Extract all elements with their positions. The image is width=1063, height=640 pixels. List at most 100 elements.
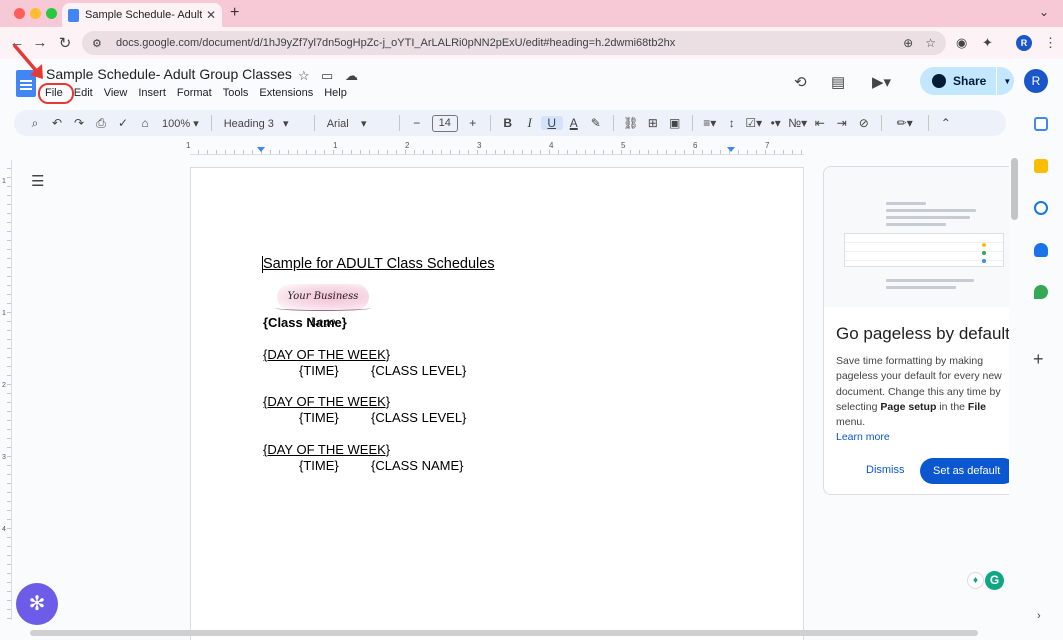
side-apps-rail: + › xyxy=(1019,105,1063,640)
align-icon[interactable]: ≡▾ xyxy=(699,116,721,130)
bulleted-list-icon[interactable]: •▾ xyxy=(765,116,787,130)
star-icon[interactable]: ☆ xyxy=(298,68,310,84)
address-bar[interactable]: ⚙ docs.google.com/document/d/1hJ9yZf7yl7… xyxy=(82,31,946,55)
learn-more-link[interactable]: Learn more xyxy=(836,431,890,443)
menu-extensions[interactable]: Extensions xyxy=(254,86,318,100)
time-placeholder[interactable]: {TIME} xyxy=(299,410,339,425)
menu-format[interactable]: Format xyxy=(172,86,217,100)
grammarly-widget[interactable]: ♦ G xyxy=(967,571,1005,591)
close-window-button[interactable] xyxy=(14,8,25,19)
reload-icon[interactable]: ↻ xyxy=(56,34,74,52)
menu-tools[interactable]: Tools xyxy=(218,86,254,100)
page-setup-bold: Page setup xyxy=(880,400,937,413)
decrease-indent-icon[interactable]: ⇤ xyxy=(809,116,831,130)
style-select[interactable]: Heading 3 ▾ xyxy=(218,117,308,130)
meet-video-icon[interactable]: ▶▾ xyxy=(872,73,891,91)
zoom-select[interactable]: 100% ▾ xyxy=(156,117,205,130)
new-tab-button[interactable]: + xyxy=(230,4,239,22)
editing-mode-icon[interactable]: ✏▾ xyxy=(888,116,922,130)
undo-icon[interactable]: ↶ xyxy=(46,116,68,130)
class-name-placeholder[interactable]: {Class Name} xyxy=(263,315,347,330)
document-outline-icon[interactable]: ☰ xyxy=(31,172,44,190)
document-title[interactable]: Sample Schedule- Adult Group Classes xyxy=(46,66,292,82)
tasks-icon[interactable] xyxy=(1034,201,1048,215)
day-of-week-line[interactable]: {DAY OF THE WEEK} xyxy=(263,394,390,409)
add-comment-icon[interactable]: ⊞ xyxy=(642,116,664,130)
menu-help[interactable]: Help xyxy=(319,86,352,100)
class-detail-placeholder[interactable]: {CLASS LEVEL} xyxy=(371,410,466,425)
menu-insert[interactable]: Insert xyxy=(133,86,171,100)
day-of-week-line[interactable]: {DAY OF THE WEEK} xyxy=(263,347,390,362)
show-side-panel-chevron-icon[interactable]: › xyxy=(1037,610,1041,622)
italic-button[interactable]: I xyxy=(519,115,541,131)
time-placeholder[interactable]: {TIME} xyxy=(299,363,339,378)
extensions-puzzle-icon[interactable]: ✦ xyxy=(982,35,993,51)
close-tab-icon[interactable]: ✕ xyxy=(206,8,216,22)
browser-menu-icon[interactable]: ⋮ xyxy=(1044,35,1057,51)
keep-icon[interactable] xyxy=(1034,159,1048,173)
tab-search-icon[interactable]: ⌄ xyxy=(1039,5,1049,19)
right-indent-marker[interactable] xyxy=(727,147,735,152)
maximize-window-button[interactable] xyxy=(46,8,57,19)
grammarly-icon[interactable]: G xyxy=(985,571,1004,590)
document-page[interactable]: Sample for ADULT Class Schedules Your Bu… xyxy=(190,167,804,640)
contacts-icon[interactable] xyxy=(1034,243,1048,257)
highlight-icon[interactable]: ✎ xyxy=(585,116,607,130)
minimize-window-button[interactable] xyxy=(30,8,41,19)
assistant-sparkle-button[interactable]: ✻ xyxy=(16,583,58,625)
set-as-default-button[interactable]: Set as default xyxy=(920,458,1009,484)
checklist-icon[interactable]: ☑▾ xyxy=(743,116,765,130)
class-detail-placeholder[interactable]: {CLASS LEVEL} xyxy=(371,363,466,378)
paint-format-icon[interactable]: ⌂ xyxy=(134,116,156,130)
clear-formatting-icon[interactable]: ⊘ xyxy=(853,116,875,130)
insert-image-icon[interactable]: ▣ xyxy=(664,116,686,130)
time-placeholder[interactable]: {TIME} xyxy=(299,458,339,473)
illustration-line xyxy=(886,223,946,226)
increase-font-size-icon[interactable]: + xyxy=(462,116,484,130)
dismiss-button[interactable]: Dismiss xyxy=(866,464,905,476)
account-avatar[interactable]: R xyxy=(1024,69,1048,93)
share-button[interactable]: Share ▼ xyxy=(920,67,1014,95)
decrease-font-size-icon[interactable]: − xyxy=(406,116,428,130)
maps-icon[interactable] xyxy=(1034,285,1048,299)
lightbulb-icon[interactable]: ♦ xyxy=(967,572,984,589)
numbered-list-icon[interactable]: №▾ xyxy=(787,116,809,130)
class-detail-placeholder[interactable]: {CLASS NAME} xyxy=(371,458,464,473)
insert-link-icon[interactable]: ⛓ xyxy=(620,116,642,130)
get-addons-plus-icon[interactable]: + xyxy=(1033,349,1044,370)
increase-indent-icon[interactable]: ⇥ xyxy=(831,116,853,130)
version-history-icon[interactable]: ⟲ xyxy=(794,73,807,91)
pageless-text: menu. xyxy=(836,416,866,429)
extension-icon[interactable]: ◉ xyxy=(956,35,967,51)
file-bold: File xyxy=(967,400,987,413)
day-of-week-line[interactable]: {DAY OF THE WEEK} xyxy=(263,442,390,457)
browser-tab-strip: Sample Schedule- Adult Grou ✕ + ⌄ xyxy=(0,0,1063,27)
bookmark-star-icon[interactable]: ☆ xyxy=(925,36,936,50)
calendar-icon[interactable] xyxy=(1034,117,1048,131)
font-size-input[interactable]: 14 xyxy=(431,114,458,132)
bold-button[interactable]: B xyxy=(497,116,519,130)
print-icon[interactable]: ⎙ xyxy=(90,116,112,131)
text-color-button[interactable]: A xyxy=(563,116,585,130)
underline-button[interactable]: U xyxy=(540,116,563,130)
browser-tab-active[interactable]: Sample Schedule- Adult Grou ✕ xyxy=(62,3,222,27)
horizontal-scrollbar[interactable] xyxy=(30,630,978,636)
horizontal-ruler[interactable]: 1 1 2 3 4 5 6 7 xyxy=(186,141,804,155)
menu-view[interactable]: View xyxy=(99,86,133,100)
comments-icon[interactable]: ▤ xyxy=(831,73,845,91)
zoom-icon[interactable]: ⊕ xyxy=(903,36,913,50)
hide-menus-chevron-up-icon[interactable]: ⌃ xyxy=(935,116,957,130)
site-info-icon[interactable]: ⚙ xyxy=(92,37,106,50)
left-indent-marker[interactable] xyxy=(257,147,265,152)
vertical-scrollbar[interactable] xyxy=(1011,158,1018,220)
search-menus-icon[interactable]: ⌕ xyxy=(24,116,46,131)
spellcheck-icon[interactable]: ✓ xyxy=(112,116,134,130)
browser-profile-avatar[interactable]: R xyxy=(1016,35,1032,51)
font-select[interactable]: Arial ▾ xyxy=(321,117,393,130)
chevron-down-icon[interactable]: ▼ xyxy=(1003,77,1011,86)
move-folder-icon[interactable]: ▭ xyxy=(321,68,333,84)
redo-icon[interactable]: ↷ xyxy=(68,116,90,130)
line-spacing-icon[interactable]: ↕ xyxy=(721,116,743,130)
document-heading[interactable]: Sample for ADULT Class Schedules xyxy=(263,256,495,272)
vertical-ruler[interactable]: 1 1 2 3 4 xyxy=(0,160,12,620)
